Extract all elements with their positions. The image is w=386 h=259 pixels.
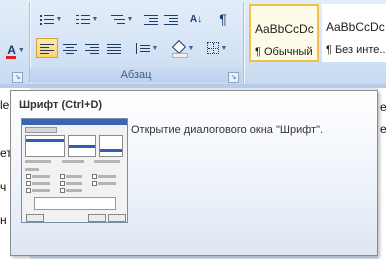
paint-bucket-icon [171,39,188,58]
document-page-right[interactable]: е е [378,88,386,259]
tooltip-description: Открытие диалогового окна "Шрифт". [131,124,324,136]
bullets-icon [39,14,54,25]
style-no-spacing[interactable]: AaBbCcDc ¶ Без инте... [322,4,386,62]
font-dialog-preview-image [21,118,128,223]
style-name: ¶ Без инте... [326,44,386,56]
decrease-indent-icon [144,14,158,25]
paragraph-dialog-launcher[interactable]: ↘ [228,72,239,83]
shading-button[interactable]: ▼ [168,38,198,58]
chevron-down-icon: ▼ [220,44,228,52]
line-spacing-button[interactable]: ▼ [132,38,162,58]
style-sample: AaBbCcDc [255,22,314,36]
borders-icon [206,42,219,54]
document-text: н [0,213,7,227]
numbering-button[interactable]: ▼ [70,9,104,29]
font-color-icon: A [6,43,17,59]
show-marks-button[interactable]: ¶ [214,9,232,29]
font-dialog-launcher[interactable]: ↘ [12,72,23,83]
font-tooltip: Шрифт (Ctrl+D) Открытие диалогового окна… [10,90,378,256]
multilevel-list-icon [110,14,125,25]
sort-button[interactable]: A↓ [186,9,206,29]
borders-button[interactable]: ▼ [202,38,232,58]
increase-indent-icon [164,14,178,25]
align-center-button[interactable] [60,38,80,58]
document-text: е [380,100,386,114]
chevron-down-icon: ▼ [126,15,134,23]
align-left-icon [40,43,54,54]
sort-icon: A↓ [189,13,203,25]
chevron-down-icon: ▼ [17,46,25,54]
document-text: ч [0,180,7,194]
chevron-down-icon: ▼ [151,44,159,52]
justify-button[interactable] [104,38,124,58]
justify-icon [107,43,121,54]
font-color-button[interactable]: A ▼ [2,40,30,60]
paragraph-group-label: Абзац [30,68,242,82]
decrease-indent-button[interactable] [142,9,160,29]
chevron-down-icon: ▼ [55,15,63,23]
align-left-button[interactable] [36,38,58,58]
tooltip-title: Шрифт (Ctrl+D) [19,99,103,111]
style-sample: AaBbCcDc [326,20,385,34]
chevron-down-icon: ▼ [91,15,99,23]
document-text: е [380,122,386,136]
style-normal[interactable]: AaBbCcDc ¶ Обычный [249,4,319,62]
group-separator [243,2,244,84]
line-spacing-icon [135,42,150,54]
align-center-icon [63,43,77,54]
document-text: le [0,98,10,112]
multilevel-list-button[interactable]: ▼ [106,9,138,29]
style-name: ¶ Обычный [255,46,313,58]
increase-indent-button[interactable] [162,9,180,29]
chevron-down-icon: ▼ [187,44,195,52]
align-right-button[interactable] [82,38,102,58]
pilcrow-icon: ¶ [219,11,227,27]
numbering-icon [75,14,90,25]
align-right-icon [85,43,99,54]
bullets-button[interactable]: ▼ [34,9,68,29]
ribbon-bottom-edge [0,84,386,88]
